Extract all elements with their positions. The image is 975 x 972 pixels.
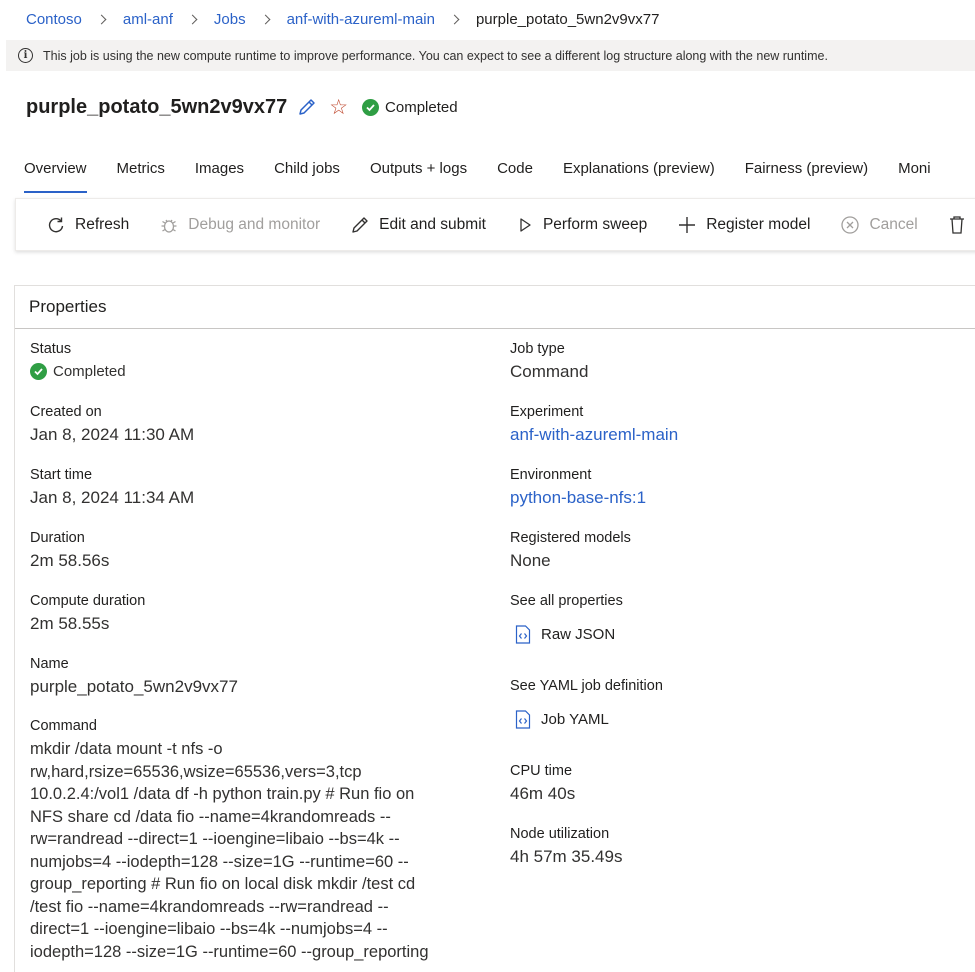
compute-duration-value: 2m 58.55s: [30, 614, 110, 633]
yaml-definition-label: See YAML job definition: [510, 678, 663, 694]
duration-value: 2m 58.56s: [30, 551, 110, 570]
command-bar: Refresh Debug and monitor Edit and submi…: [15, 198, 975, 251]
command-line: /test fio --name=4krandomreads --rw=rand…: [30, 897, 389, 916]
delete-button[interactable]: [948, 215, 975, 235]
command-line: 10.0.2.4:/vol1 /data df -h python train.…: [30, 785, 415, 803]
chevron-right-icon: [187, 14, 198, 24]
check-circle-icon: [30, 363, 47, 380]
environment-label: Environment: [510, 467, 592, 483]
register-model-button[interactable]: Register model: [677, 215, 810, 235]
chevron-right-icon: [449, 14, 460, 24]
command-label: Command: [30, 718, 97, 734]
compute-duration-label: Compute duration: [30, 593, 146, 609]
duration-label: Duration: [30, 530, 85, 546]
tab-metrics[interactable]: Metrics: [117, 152, 165, 186]
page-title: purple_potato_5wn2v9vx77: [26, 95, 288, 118]
trash-icon: [949, 215, 964, 234]
cancel-label: Cancel: [869, 215, 918, 233]
name-label: Name: [30, 656, 69, 672]
breadcrumb-link-workspace[interactable]: aml-anf: [123, 11, 173, 28]
start-time-value: Jan 8, 2024 11:34 AM: [30, 488, 195, 507]
chevron-right-icon: [96, 14, 107, 24]
play-icon: [520, 217, 531, 232]
cpu-time-value: 46m 40s: [510, 784, 576, 803]
edit-submit-button[interactable]: Edit and submit: [350, 215, 486, 235]
breadcrumb-current: purple_potato_5wn2v9vx77: [475, 10, 660, 28]
tab-overview[interactable]: Overview: [24, 152, 87, 193]
start-time-label: Start time: [30, 467, 93, 483]
command-line: mkdir /data mount -t nfs -o: [30, 740, 223, 758]
properties-card: Properties Status Completed Created on J…: [14, 285, 975, 972]
breadcrumb: Contoso aml-anf Jobs anf-with-azureml-ma…: [0, 0, 975, 38]
edit-submit-label: Edit and submit: [379, 215, 486, 233]
perform-sweep-button[interactable]: Perform sweep: [516, 216, 647, 234]
command-line: numjobs=4 --iodepth=128 --size=1G --runt…: [30, 852, 409, 871]
registered-models-value: None: [510, 551, 551, 570]
code-file-icon: [515, 625, 531, 644]
cancel-button[interactable]: Cancel: [840, 215, 918, 235]
all-properties-label: See all properties: [510, 593, 623, 609]
node-utilization-label: Node utilization: [510, 826, 610, 842]
command-line: rw,hard,rsize=65536,wsize=65536,vers=3,t…: [30, 762, 362, 781]
properties-title: Properties: [15, 286, 975, 329]
raw-json-link[interactable]: Raw JSON: [515, 625, 615, 644]
name-value: purple_potato_5wn2v9vx77: [30, 677, 238, 696]
job-header: purple_potato_5wn2v9vx77 ☆ Completed: [26, 92, 458, 122]
perform-sweep-label: Perform sweep: [542, 215, 648, 233]
command-line: direct=1 --ioengine=libaio --bs=4k --num…: [30, 920, 388, 938]
registered-models-label: Registered models: [510, 530, 631, 546]
command-line: iodepth=128 --size=1G --runtime=60 --gro…: [30, 942, 429, 961]
command-line: rw=randread --direct=1 --ioengine=libaio…: [30, 830, 400, 848]
debug-monitor-label: Debug and monitor: [188, 215, 321, 233]
refresh-button[interactable]: Refresh: [46, 215, 129, 235]
tab-images[interactable]: Images: [195, 152, 244, 186]
breadcrumb-link-experiment[interactable]: anf-with-azureml-main: [287, 11, 435, 28]
info-banner: i This job is using the new compute runt…: [6, 40, 975, 71]
command-line: NFS share cd /data fio --name=4krandomre…: [30, 807, 391, 826]
tab-child-jobs[interactable]: Child jobs: [274, 152, 340, 186]
debug-monitor-button[interactable]: Debug and monitor: [159, 215, 320, 235]
refresh-icon: [48, 217, 64, 232]
breadcrumb-link-jobs[interactable]: Jobs: [214, 11, 246, 28]
command-line: group_reporting # Run fio on local disk …: [30, 875, 416, 893]
cancel-circle-icon: [841, 215, 860, 234]
experiment-link[interactable]: anf-with-azureml-main: [510, 425, 678, 445]
status-value: Completed: [30, 363, 126, 380]
environment-link[interactable]: python-base-nfs:1: [510, 488, 646, 508]
created-label: Created on: [30, 404, 102, 420]
job-yaml-label: Job YAML: [541, 711, 609, 728]
refresh-label: Refresh: [75, 215, 130, 233]
banner-text: This job is using the new compute runtim…: [43, 48, 828, 63]
tab-explanations[interactable]: Explanations (preview): [563, 152, 715, 186]
pencil-icon: [352, 216, 368, 233]
status-value-text: Completed: [53, 363, 126, 380]
chevron-right-icon: [260, 14, 271, 24]
experiment-label: Experiment: [510, 404, 584, 420]
tab-monitoring[interactable]: Moni: [898, 152, 931, 186]
created-value: Jan 8, 2024 11:30 AM: [30, 425, 195, 444]
job-type-label: Job type: [510, 341, 565, 357]
breadcrumb-link-contoso[interactable]: Contoso: [26, 11, 82, 28]
check-circle-icon: [362, 98, 380, 116]
tab-bar: Overview Metrics Images Child jobs Outpu…: [24, 152, 961, 194]
raw-json-label: Raw JSON: [541, 626, 616, 643]
bug-icon: [161, 219, 177, 233]
cpu-time-label: CPU time: [510, 763, 573, 779]
job-type-value: Command: [510, 362, 589, 381]
tab-code[interactable]: Code: [497, 152, 533, 186]
status-label: Status: [30, 341, 72, 357]
node-utilization-value: 4h 57m 35.49s: [510, 847, 623, 866]
status-badge: Completed: [362, 98, 458, 116]
info-icon: i: [18, 48, 33, 63]
plus-icon: [679, 216, 696, 233]
register-model-label: Register model: [706, 215, 811, 233]
job-yaml-link[interactable]: Job YAML: [515, 710, 609, 729]
tab-outputs-logs[interactable]: Outputs + logs: [370, 152, 467, 186]
status-text: Completed: [385, 98, 458, 116]
tab-fairness[interactable]: Fairness (preview): [745, 152, 868, 186]
star-icon[interactable]: ☆: [329, 97, 348, 118]
edit-icon[interactable]: [297, 97, 317, 117]
command-value: mkdir /data mount -t nfs -o rw,hard,rsiz…: [30, 738, 490, 963]
code-file-icon: [515, 710, 531, 729]
